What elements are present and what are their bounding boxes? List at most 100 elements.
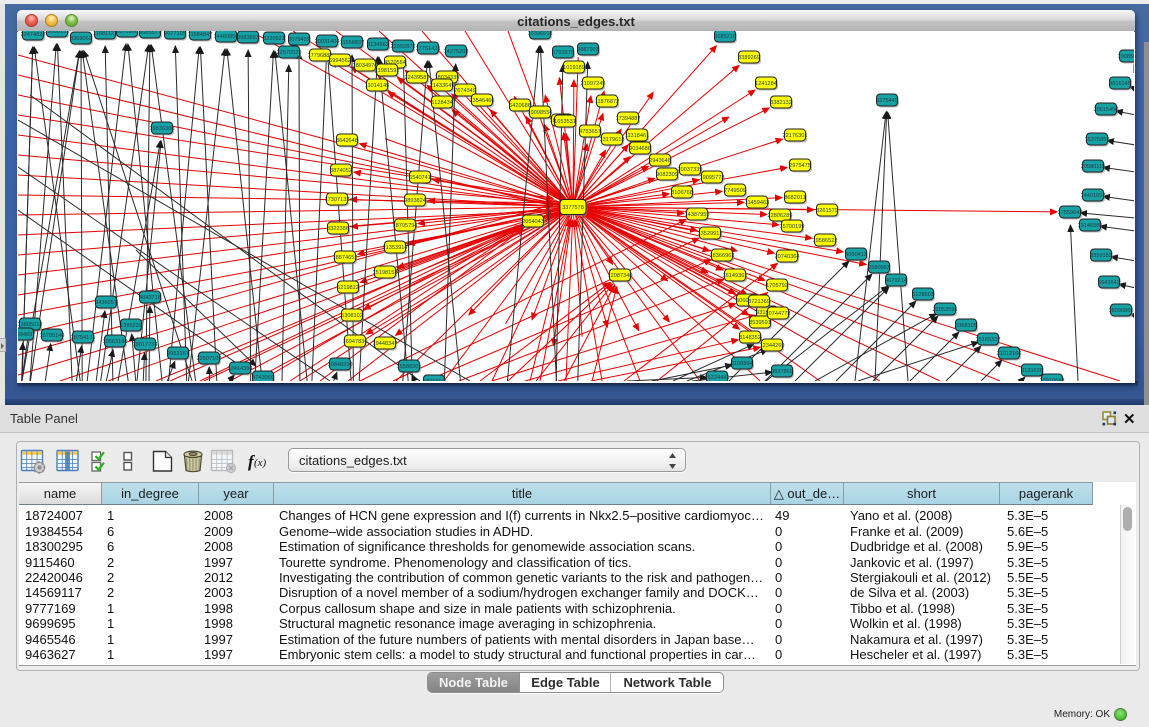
- svg-text:9034686: 9034686: [629, 146, 651, 152]
- svg-text:8539591: 8539591: [749, 320, 771, 326]
- svg-text:18874652: 18874652: [333, 255, 358, 261]
- svg-text:3148352: 3148352: [739, 335, 761, 341]
- svg-text:16947830: 16947830: [343, 339, 368, 345]
- svg-text:20740364: 20740364: [775, 254, 800, 260]
- svg-text:7749509: 7749509: [724, 188, 746, 194]
- svg-text:2054043: 2054043: [522, 219, 544, 225]
- svg-text:17751421: 17751421: [416, 46, 441, 52]
- svg-text:3261579: 3261579: [816, 208, 838, 214]
- svg-text:3220921: 3220921: [263, 36, 285, 42]
- svg-text:14460856: 14460856: [214, 34, 239, 40]
- svg-text:17307133: 17307133: [325, 197, 350, 203]
- svg-text:11014145: 11014145: [365, 83, 389, 89]
- svg-text:8106768: 8106768: [671, 190, 693, 196]
- svg-text:6368105: 6368105: [955, 323, 977, 329]
- svg-text:9082309: 9082309: [656, 172, 678, 178]
- svg-text:8685577: 8685577: [139, 31, 161, 36]
- svg-text:1019189: 1019189: [563, 65, 585, 71]
- svg-text:9837869: 9837869: [771, 369, 793, 375]
- svg-text:3642648: 3642648: [336, 138, 358, 144]
- svg-text:19017734: 19017734: [133, 342, 158, 348]
- svg-text:5308102: 5308102: [341, 313, 363, 319]
- svg-text:9436057: 9436057: [95, 300, 117, 306]
- svg-text:4050413: 4050413: [845, 252, 867, 258]
- svg-text:2943646: 2943646: [649, 158, 671, 164]
- svg-text:8682011: 8682011: [784, 195, 805, 201]
- svg-text:4753657: 4753657: [579, 129, 601, 135]
- svg-text:18705794: 18705794: [393, 223, 418, 229]
- svg-text:3322386: 3322386: [327, 226, 349, 232]
- svg-text:11318461: 11318461: [625, 133, 649, 139]
- svg-text:12344269: 12344269: [760, 343, 785, 349]
- svg-text:22176301: 22176301: [783, 133, 808, 139]
- svg-text:9275445: 9275445: [876, 98, 898, 104]
- svg-text:21981592: 21981592: [375, 68, 400, 74]
- svg-text:21097245: 21097245: [581, 81, 606, 87]
- svg-text:2077105: 2077105: [164, 31, 186, 37]
- svg-text:19836388: 19836388: [150, 126, 175, 132]
- svg-text:22474828: 22474828: [21, 32, 46, 38]
- svg-text:18366963: 18366963: [710, 253, 735, 259]
- svg-text:20744773: 20744773: [766, 311, 791, 317]
- svg-text:19563180: 19563180: [103, 339, 128, 345]
- svg-text:21012166: 21012166: [997, 351, 1022, 357]
- svg-text:11584847: 11584847: [188, 32, 212, 38]
- svg-text:8134562: 8134562: [367, 42, 389, 48]
- svg-text:12414394: 12414394: [228, 366, 253, 372]
- svg-text:4743069: 4743069: [252, 375, 274, 381]
- svg-text:20580115: 20580115: [1081, 164, 1105, 170]
- svg-text:13546466: 13546466: [470, 98, 495, 104]
- svg-text:4843718: 4843718: [139, 295, 161, 301]
- svg-text:7674349: 7674349: [454, 88, 476, 94]
- svg-text:13179613: 13179613: [600, 137, 625, 143]
- svg-text:9953167: 9953167: [167, 351, 189, 357]
- svg-text:22806289: 22806289: [768, 213, 793, 219]
- svg-text:15375853: 15375853: [1085, 137, 1110, 143]
- svg-text:15165337: 15165337: [976, 337, 1001, 343]
- svg-text:22992872: 22992872: [391, 44, 416, 50]
- svg-text:1241284: 1241284: [755, 81, 777, 87]
- svg-text:20994697: 20994697: [18, 332, 35, 338]
- svg-text:1653531: 1653531: [554, 119, 576, 125]
- svg-text:18096865: 18096865: [1109, 308, 1134, 314]
- svg-text:9893824: 9893824: [404, 198, 426, 204]
- svg-text:4679214: 4679214: [885, 278, 907, 284]
- svg-text:14275203: 14275203: [444, 49, 469, 55]
- svg-text:22439587: 22439587: [405, 75, 430, 81]
- svg-text:18754131: 18754131: [71, 335, 96, 341]
- svg-text:11558837: 11558837: [340, 40, 364, 46]
- svg-text:6128434: 6128434: [431, 100, 453, 106]
- svg-text:22507109: 22507109: [197, 356, 222, 362]
- svg-text:3131636: 3131636: [1021, 368, 1043, 374]
- svg-text:9983893: 9983893: [237, 35, 259, 41]
- svg-text:15700199: 15700199: [780, 224, 805, 230]
- svg-text:21433649: 21433649: [430, 83, 455, 89]
- svg-text:19586522: 19586522: [813, 238, 838, 244]
- svg-text:5793975: 5793975: [552, 50, 574, 56]
- svg-text:6128503: 6128503: [912, 292, 934, 298]
- svg-text:10848230: 10848230: [328, 362, 353, 368]
- svg-text:3382132: 3382132: [770, 100, 792, 106]
- svg-text:15198153: 15198153: [373, 270, 398, 276]
- svg-text:11459463: 11459463: [745, 200, 769, 206]
- svg-text:8079409: 8079409: [288, 37, 310, 43]
- svg-text:19095773: 19095773: [700, 175, 725, 181]
- svg-text:17394887: 17394887: [616, 116, 641, 122]
- svg-text:13146585: 13146585: [1078, 223, 1103, 229]
- svg-text:22053595: 22053595: [933, 307, 958, 313]
- svg-text:2975475: 2975475: [789, 163, 811, 169]
- svg-text:16705148: 16705148: [40, 333, 65, 339]
- svg-text:19448347: 19448347: [373, 341, 398, 347]
- svg-text:8721369: 8721369: [748, 299, 770, 305]
- svg-text:13910648: 13910648: [1040, 378, 1065, 381]
- svg-text:20615450: 20615450: [1094, 107, 1119, 113]
- svg-text:(x): (x): [254, 457, 267, 469]
- svg-text:16149361: 16149361: [723, 273, 748, 279]
- svg-text:5219822: 5219822: [337, 285, 359, 291]
- svg-text:19688132: 19688132: [45, 31, 70, 35]
- svg-text:8359183: 8359183: [1090, 253, 1112, 259]
- svg-text:8389269: 8389269: [738, 55, 760, 61]
- svg-text:6306893: 6306893: [423, 379, 445, 381]
- svg-text:19098556: 19098556: [528, 110, 553, 116]
- svg-text:5685216: 5685216: [714, 34, 736, 40]
